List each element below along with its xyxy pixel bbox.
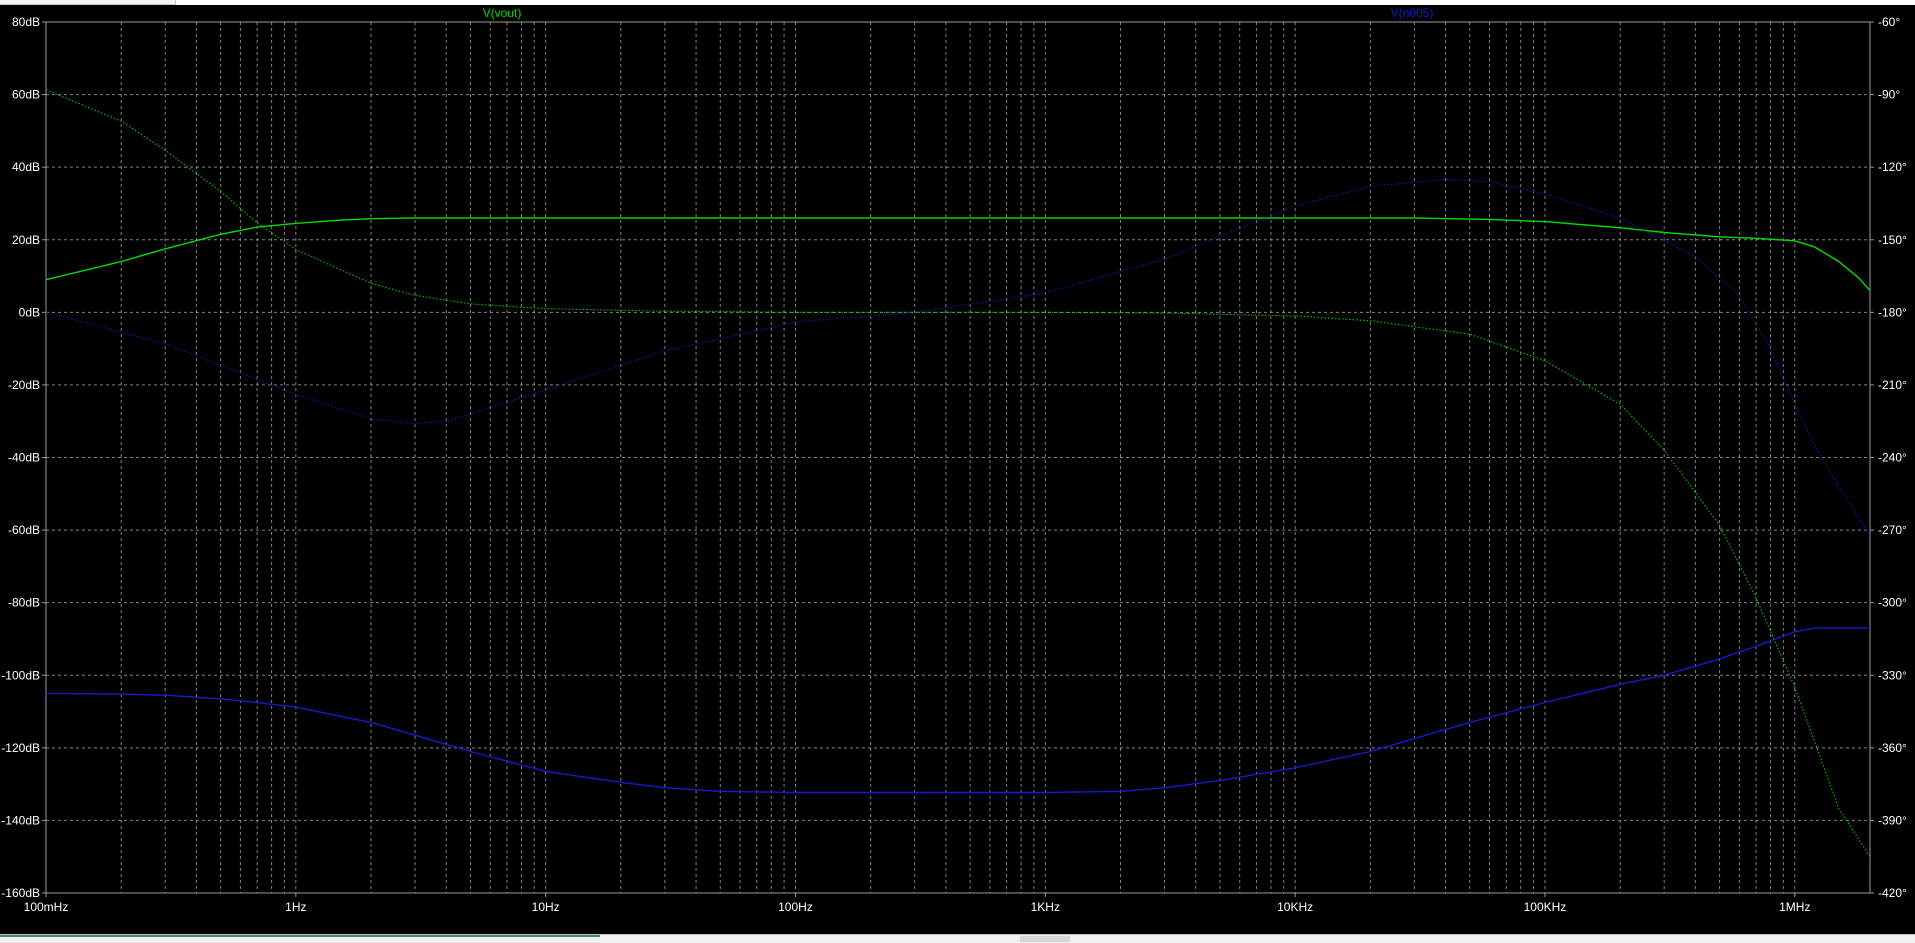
y-right-tick-label: -180° <box>1878 305 1907 319</box>
y-left-tick-label: 40dB <box>12 160 40 174</box>
y-right-tick-label: -60° <box>1878 15 1900 29</box>
x-tick-label: 10Hz <box>532 900 560 914</box>
y-right-tick-label: -300° <box>1878 596 1907 610</box>
y-left-tick-label: 80dB <box>12 15 40 29</box>
waveform-plot[interactable]: 80dB 60dB 40dB 20dB 0dB -20dB -40dB -60dB -80dB -… <box>0 0 1915 934</box>
y-left-tick-label: -140dB <box>1 813 40 827</box>
x-tick-label: 100Hz <box>778 900 813 914</box>
x-tick-label: 100mHz <box>24 900 69 914</box>
y-left-tick-label: -80dB <box>8 596 40 610</box>
y-right-tick-label: -240° <box>1878 451 1907 465</box>
y-left-tick-label: 0dB <box>19 305 40 319</box>
x-tick-label: 1MHz <box>1779 900 1810 914</box>
legend-label: V(n005) <box>1391 6 1434 20</box>
plot-background <box>0 5 1915 934</box>
y-left-tick-label: -40dB <box>8 451 40 465</box>
y-right-tick-label: -90° <box>1878 88 1900 102</box>
x-tick-label: 100KHz <box>1524 900 1567 914</box>
y-right-tick-label: -420° <box>1878 886 1907 900</box>
legend-label: V(vout) <box>483 6 522 20</box>
y-right-tick-label: -270° <box>1878 523 1907 537</box>
x-tick-label: 1Hz <box>285 900 306 914</box>
bottom-window-edge <box>0 934 1915 943</box>
y-left-tick-label: -120dB <box>1 741 40 755</box>
y-left-tick-label: -60dB <box>8 523 40 537</box>
y-left-tick-label: 60dB <box>12 88 40 102</box>
x-tick-label: 1KHz <box>1031 900 1060 914</box>
y-right-tick-label: -120° <box>1878 160 1907 174</box>
y-left-tick-label: -20dB <box>8 378 40 392</box>
y-right-tick-label: -390° <box>1878 813 1907 827</box>
y-left-tick-label: -160dB <box>1 886 40 900</box>
scroll-thumb[interactable] <box>1020 936 1070 942</box>
y-left-tick-label: 20dB <box>12 233 40 247</box>
x-tick-label: 10KHz <box>1277 900 1313 914</box>
y-right-tick-label: -360° <box>1878 741 1907 755</box>
y-right-tick-label: -150° <box>1878 233 1907 247</box>
y-right-tick-label: -330° <box>1878 668 1907 682</box>
bottom-accent-bar <box>0 935 600 937</box>
y-right-tick-label: -210° <box>1878 378 1907 392</box>
y-left-tick-label: -100dB <box>1 668 40 682</box>
